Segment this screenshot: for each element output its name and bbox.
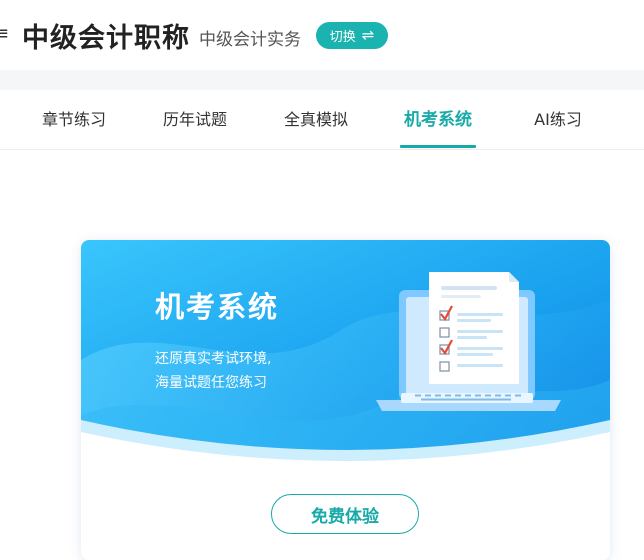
tab-bar: 章节练习 历年试题 全真模拟 机考系统 AI练习 [0,90,644,150]
free-trial-button[interactable]: 免费体验 [271,494,419,534]
card-description: 还原真实考试环境, 海量试题任您练习 [155,347,355,395]
page-title: 中级会计职称 [22,23,190,54]
header-divider-band [0,70,644,90]
tab-past-exams[interactable]: 历年试题 [163,90,227,149]
switch-arrows-icon: ⇌ [361,26,375,44]
switch-subject-button[interactable]: 切换 ⇌ [316,22,388,49]
switch-button-label: 切换 [329,30,356,45]
top-header: ≡ 中级会计职称 中级会计实务 切换 ⇌ [0,0,644,70]
card-description-line2: 海量试题任您练习 [155,375,267,391]
exam-system-card: 机考系统 还原真实考试环境, 海量试题任您练习 免费体验 [81,240,610,560]
card-description-line1: 还原真实考试环境, [155,351,272,367]
menu-edge-icon[interactable]: ≡ [0,23,9,44]
tab-mock-exams[interactable]: 全真模拟 [284,90,348,149]
tab-chapter-practice[interactable]: 章节练习 [42,90,106,149]
tab-computer-exam[interactable]: 机考系统 [400,90,476,149]
subject-name: 中级会计实务 [199,30,301,50]
tab-ai-practice[interactable]: AI练习 [532,90,584,149]
active-tab-indicator [400,145,476,148]
laptop-exam-icon [376,272,561,411]
card-title: 机考系统 [155,290,280,324]
